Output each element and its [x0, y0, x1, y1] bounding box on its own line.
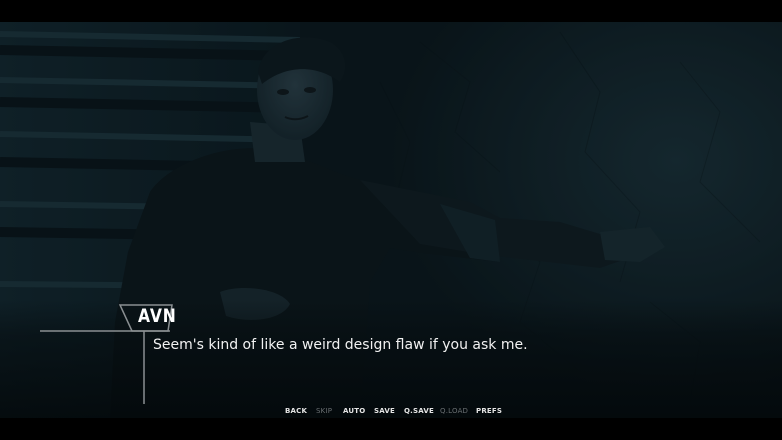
skip-button[interactable]: SKIP [316, 407, 332, 415]
speaker-name: AVN [138, 305, 177, 327]
preferences-button[interactable]: PREFS [476, 407, 502, 415]
quick-load-button[interactable]: Q.LOAD [440, 407, 468, 415]
auto-button[interactable]: AUTO [343, 407, 365, 415]
dialogue-text: Seem's kind of like a weird design flaw … [153, 337, 528, 353]
save-button[interactable]: SAVE [374, 407, 395, 415]
letterbox-bottom [0, 418, 782, 440]
back-button[interactable]: BACK [285, 407, 307, 415]
dialogue-frame [40, 304, 173, 404]
letterbox-top [0, 0, 782, 22]
game-screen[interactable]: AVN Seem's kind of like a weird design f… [0, 0, 782, 440]
quick-save-button[interactable]: Q.SAVE [404, 407, 434, 415]
